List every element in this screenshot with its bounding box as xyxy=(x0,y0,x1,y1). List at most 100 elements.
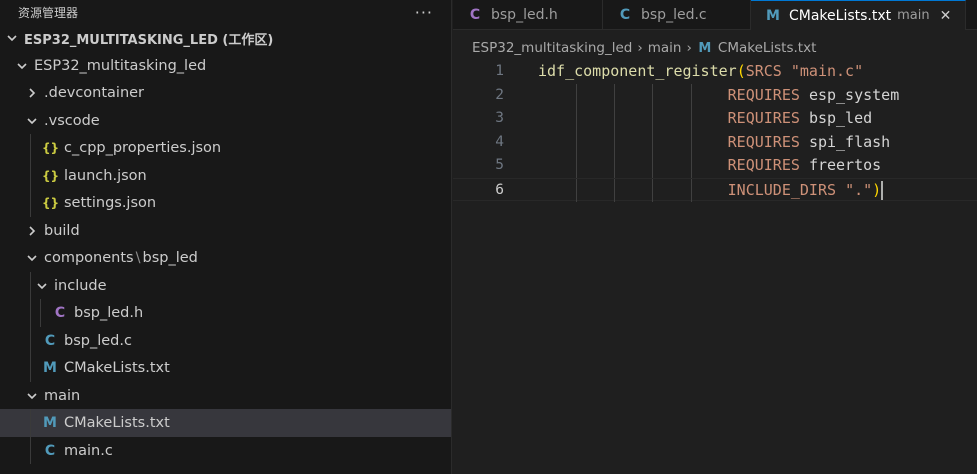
breadcrumb-item[interactable]: main xyxy=(648,40,682,56)
code-line[interactable]: 4 REQUIRES spi_flash xyxy=(453,130,977,154)
tree-item-label: main.c xyxy=(64,442,113,459)
workspace-root[interactable]: ESP32_MULTITASKING_LED (工作区) xyxy=(0,24,451,52)
file-item[interactable]: {} settings.json xyxy=(0,189,451,217)
line-number: 3 xyxy=(495,110,504,126)
tree-item-label: CMakeLists.txt xyxy=(64,415,170,431)
tab-bsp-led-h[interactable]: Cbsp_led.h xyxy=(453,0,603,30)
tree-item-label: main xyxy=(44,387,81,404)
breadcrumb-separator-icon: › xyxy=(637,40,643,56)
chevron-down-icon[interactable] xyxy=(34,278,50,294)
more-actions-icon[interactable]: ··· xyxy=(415,3,433,22)
indent-guide xyxy=(30,436,31,465)
file-item[interactable]: Cbsp_led.h xyxy=(0,299,451,327)
breadcrumb-separator-icon: › xyxy=(686,40,692,56)
chevron-right-icon[interactable] xyxy=(24,223,40,239)
line-number: 4 xyxy=(495,133,504,150)
code-line[interactable]: 6 INCLUDE_DIRS ".") xyxy=(453,177,977,203)
folder-item[interactable]: include xyxy=(0,271,451,300)
text-cursor xyxy=(881,180,884,200)
cmake-file-icon: M xyxy=(766,7,780,24)
tab-cmakelists-txt[interactable]: M CMakeLists.txt main ✕ xyxy=(751,0,967,30)
tab-label: bsp_led.h xyxy=(491,7,558,23)
chevron-down-icon[interactable] xyxy=(4,30,20,46)
indent-guide xyxy=(30,271,31,300)
indent-guide xyxy=(30,354,31,382)
file-item[interactable]: M CMakeLists.txt xyxy=(0,409,451,437)
folder-item[interactable]: .vscode xyxy=(0,107,451,135)
tab-bsp-led-c[interactable]: Cbsp_led.c xyxy=(603,0,751,30)
code-line[interactable]: 3 REQUIRES bsp_led xyxy=(453,107,977,131)
explorer-title: 资源管理器 xyxy=(18,6,79,20)
tab-description: main xyxy=(897,8,930,23)
c-source-file-icon: C xyxy=(44,442,56,459)
tree-item-label: ESP32_multitasking_led xyxy=(34,57,207,74)
explorer-header: 资源管理器 ··· xyxy=(0,0,451,25)
chevron-right-icon[interactable] xyxy=(24,85,40,101)
line-number: 2 xyxy=(495,86,504,103)
code-line[interactable]: 1 idf_component_register(SRCS "main.c" xyxy=(453,60,977,84)
code-token: "main.c" xyxy=(790,62,864,80)
tab-bar: Cbsp_led.h Cbsp_led.c M CMakeLists.txt main ✕ xyxy=(453,0,977,30)
code-text: REQUIRES freertos xyxy=(538,154,882,178)
tree-item-label: launch.json xyxy=(64,167,147,184)
indent-guide xyxy=(30,134,31,162)
chevron-down-icon[interactable] xyxy=(24,250,40,266)
c-header-file-icon: C xyxy=(54,305,66,321)
indent-guide xyxy=(30,409,31,437)
folder-item[interactable]: .devcontainer xyxy=(0,79,451,107)
file-item[interactable]: Cbsp_led.c xyxy=(0,326,451,355)
json-file-icon: {} xyxy=(42,141,60,155)
close-icon[interactable]: ✕ xyxy=(940,8,952,24)
folder-item[interactable]: build xyxy=(0,217,451,245)
code-text: INCLUDE_DIRS ".") xyxy=(538,179,884,203)
folder-item[interactable]: ESP32_multitasking_led xyxy=(0,52,451,80)
file-item[interactable]: M CMakeLists.txt xyxy=(0,354,451,382)
chevron-down-icon[interactable] xyxy=(14,58,30,74)
folder-item[interactable]: main xyxy=(0,382,451,410)
code-token: bsp_led xyxy=(808,109,873,127)
code-token: REQUIRES xyxy=(727,156,809,174)
code-token: esp_system xyxy=(808,85,900,104)
folder-item[interactable]: components \ bsp_led xyxy=(0,244,451,272)
code-text: idf_component_register(SRCS "main.c" xyxy=(538,60,863,84)
tree-item-label: include xyxy=(54,277,107,294)
breadcrumb-item[interactable]: CMakeLists.txt xyxy=(718,40,817,56)
cmake-file-icon: M xyxy=(43,360,57,376)
code-token: ) xyxy=(872,180,882,199)
tab-label: bsp_led.c xyxy=(641,7,707,23)
code-line[interactable]: 2 REQUIRES esp_system xyxy=(453,83,977,107)
tree-item-label: c_cpp_properties.json xyxy=(64,140,222,156)
c-source-file-icon: C xyxy=(619,7,631,23)
tree-item-label: components xyxy=(44,250,134,266)
code-token: REQUIRES xyxy=(727,109,809,127)
indent-guide xyxy=(30,189,31,217)
code-editor[interactable]: 1 idf_component_register(SRCS "main.c" 2 R… xyxy=(453,60,977,203)
line-number: 6 xyxy=(495,181,504,198)
file-item[interactable]: {} c_cpp_properties.json xyxy=(0,134,451,162)
tree-item-label-compact: bsp_led xyxy=(142,250,198,266)
breadcrumb-item[interactable]: ESP32_multitasking_led xyxy=(472,40,632,56)
code-text: REQUIRES bsp_led xyxy=(538,107,873,131)
code-token: INCLUDE_DIRS xyxy=(727,180,846,199)
path-separator: \ xyxy=(135,250,141,266)
code-line[interactable]: 5 REQUIRES freertos xyxy=(453,154,977,178)
tree-item-label: settings.json xyxy=(64,195,157,211)
cmake-file-icon: M xyxy=(43,415,57,431)
code-token: "." xyxy=(845,180,873,199)
chevron-down-icon[interactable] xyxy=(24,388,40,404)
indent-guide xyxy=(30,161,31,190)
tree-item-label: build xyxy=(44,222,80,239)
code-token: freertos xyxy=(808,156,882,174)
file-item[interactable]: Cmain.c xyxy=(0,436,451,465)
code-token: REQUIRES xyxy=(727,85,809,104)
breadcrumb: ESP32_multitasking_led › main › M CMakeLists.… xyxy=(472,38,816,58)
file-item[interactable]: {} launch.json xyxy=(0,161,451,190)
editor-area: Cbsp_led.h Cbsp_led.c M CMakeLists.txt main ✕… xyxy=(453,0,977,474)
tab-label: CMakeLists.txt xyxy=(789,7,892,24)
chevron-down-icon[interactable] xyxy=(24,113,40,129)
json-file-icon: {} xyxy=(42,196,60,210)
